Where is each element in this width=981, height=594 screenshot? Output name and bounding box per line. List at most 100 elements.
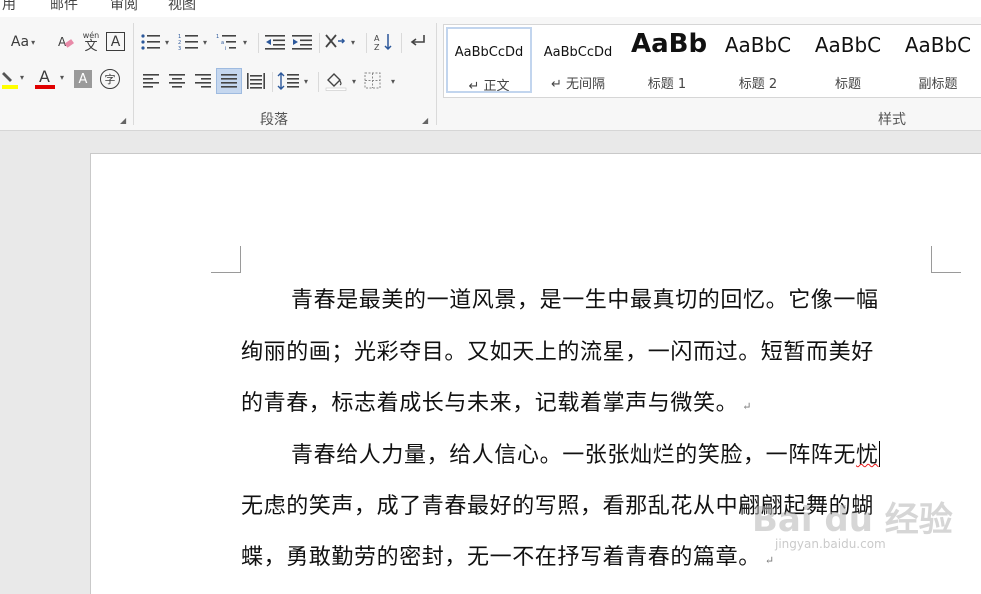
svg-text:Z: Z <box>374 43 380 51</box>
align-right-button[interactable] <box>192 70 214 92</box>
svg-text:A: A <box>374 34 380 43</box>
phonetic-guide-button[interactable]: wén 文 <box>80 29 102 55</box>
align-center-button[interactable] <box>166 70 188 92</box>
paragraph-dialog-launcher-icon[interactable]: ◢ <box>422 116 431 125</box>
group-divider <box>436 23 437 125</box>
button-separator <box>366 33 367 53</box>
group-divider <box>133 23 134 125</box>
svg-text:A: A <box>58 35 67 49</box>
line-text: 蝶，勇敢勤劳的密封，无一不在抒写着青春的篇章。 <box>241 545 761 570</box>
numbered-list-icon: 123▾ <box>178 34 207 51</box>
tab-review[interactable]: 审阅 <box>110 0 138 14</box>
button-separator <box>319 33 320 53</box>
style-name: 标题 <box>834 77 861 92</box>
distributed-icon <box>247 73 265 89</box>
style-name: ↵ 正文 <box>468 79 510 93</box>
distributed-button[interactable] <box>245 70 267 92</box>
numbering-button[interactable]: 1 2 3 ▾ <box>178 31 212 53</box>
show-formatting-button[interactable] <box>406 31 430 53</box>
style-preview: AaBbC <box>904 33 972 57</box>
button-separator <box>318 72 319 92</box>
style-title[interactable]: AaBbC 标题 <box>805 27 891 93</box>
style-preview: AaBbC <box>724 33 792 57</box>
paragraph-mark-icon <box>410 35 425 46</box>
style-normal[interactable]: AaBbCcDd ↵ 正文 <box>446 27 532 93</box>
bullet-list-icon: ▾ <box>141 34 169 50</box>
ribbon: Aa ▾ A wén 文 A ▾ ▾ A A 字 ◢ ▾ 1 2 3 ▾ 1 a i ▾ ▾ <box>0 17 981 131</box>
align-left-button[interactable] <box>140 70 162 92</box>
style-name: 副标题 <box>918 77 958 92</box>
style-heading-1[interactable]: AaBb 标题 1 <box>627 27 707 93</box>
character-shading-button[interactable]: A <box>74 70 92 88</box>
styles-group-label: 样式 <box>878 112 906 128</box>
svg-text:3: 3 <box>178 46 181 51</box>
text-line: 的青春，标志着成长与未来，记载着掌声与微笑。 ↵ <box>241 385 753 416</box>
tab-mailings[interactable]: 邮件 <box>50 0 78 14</box>
character-shading-label: A <box>78 71 88 87</box>
font-color-button[interactable]: ▾ A <box>34 67 66 91</box>
svg-text:i: i <box>225 46 226 51</box>
styles-gallery: AaBbCcDd ↵ 正文 AaBbCcDd ↵ 无间隔 AaBb 标题 1 A… <box>443 24 981 98</box>
borders-icon: ▾ <box>364 72 395 89</box>
watermark-logo: Bai du 经验 <box>752 500 953 540</box>
sort-button[interactable]: AZ <box>372 31 396 53</box>
svg-text:▾: ▾ <box>243 38 247 47</box>
style-subtitle[interactable]: AaBbC 副标题 <box>895 27 981 93</box>
multilevel-list-button[interactable]: 1 a i ▾ <box>216 31 252 53</box>
button-separator <box>272 72 273 92</box>
line-spacing-button[interactable]: ▾ <box>277 70 313 92</box>
text-cursor <box>878 441 880 467</box>
text-line: 绚丽的画；光彩夺目。又如天上的流星，一闪而过。短暂而美好 <box>241 334 874 365</box>
style-name: 标题 1 <box>647 77 687 92</box>
chinese-layout-button[interactable]: ▾ <box>324 31 360 53</box>
align-right-icon <box>195 74 211 88</box>
svg-text:a: a <box>221 40 224 46</box>
paragraph-group-label: 段落 <box>260 112 288 128</box>
increase-indent-button[interactable] <box>290 31 314 53</box>
decrease-indent-button[interactable] <box>263 31 287 53</box>
font-dialog-launcher-icon[interactable]: ◢ <box>120 116 129 125</box>
ribbon-tabs: 用 邮件 审阅 视图 <box>0 0 981 17</box>
svg-text:▾: ▾ <box>351 38 355 47</box>
shading-button[interactable]: ▾ <box>324 70 362 92</box>
highlight-color-button[interactable]: ▾ <box>0 67 30 91</box>
enclose-characters-label: 字 <box>104 73 116 86</box>
text-line: 蝶，勇敢勤劳的密封，无一不在抒写着青春的篇章。 ↵ <box>241 539 775 570</box>
svg-text:▾: ▾ <box>352 77 356 86</box>
spelling-error-word[interactable]: 忧 <box>856 443 879 468</box>
svg-text:1: 1 <box>216 34 219 40</box>
character-border-button[interactable]: A <box>106 32 125 51</box>
decrease-indent-icon <box>265 35 285 50</box>
increase-indent-icon <box>292 35 312 50</box>
justify-icon <box>221 74 237 88</box>
svg-text:▾: ▾ <box>391 77 395 86</box>
borders-button[interactable]: ▾ <box>364 70 400 92</box>
svg-text:▾: ▾ <box>165 38 169 47</box>
enclose-characters-button[interactable]: 字 <box>100 69 120 89</box>
style-preview: AaBbC <box>814 33 882 57</box>
line-text: 绚丽的画；光彩夺目。又如天上的流星，一闪而过。短暂而美好 <box>241 340 874 365</box>
line-text: 青春给人力量，给人信心。一张张灿烂的笑脸，一阵阵无 <box>291 443 857 468</box>
style-no-spacing[interactable]: AaBbCcDd ↵ 无间隔 <box>535 27 621 93</box>
tab-view[interactable]: 视图 <box>168 0 196 14</box>
bullets-button[interactable]: ▾ <box>140 31 174 53</box>
phonetic-bottom: 文 <box>84 38 98 54</box>
clear-formatting-button[interactable]: A <box>55 31 77 53</box>
font-color-label: A <box>39 67 50 86</box>
paragraph-mark-icon: ↵ <box>764 554 775 567</box>
line-text: 青春是最美的一道风景，是一生中最真切的回忆。它像一幅 <box>291 288 879 313</box>
change-case-button[interactable]: Aa ▾ <box>6 31 40 53</box>
style-preview: AaBb <box>631 29 707 59</box>
align-left-icon <box>143 74 159 88</box>
justify-button[interactable] <box>216 68 242 94</box>
style-name: 标题 2 <box>738 77 778 92</box>
paint-bucket-icon: ▾ <box>325 73 356 91</box>
style-preview: AaBbCcDd <box>454 45 524 60</box>
paragraph-mark-icon: ↵ <box>742 400 753 413</box>
dropdown-arrow-icon: ▾ <box>31 37 36 47</box>
align-center-icon <box>169 74 185 88</box>
button-separator <box>401 33 402 53</box>
tab-references[interactable]: 用 <box>2 0 16 14</box>
style-heading-2[interactable]: AaBbC 标题 2 <box>715 27 801 93</box>
change-case-label: Aa <box>10 34 30 50</box>
